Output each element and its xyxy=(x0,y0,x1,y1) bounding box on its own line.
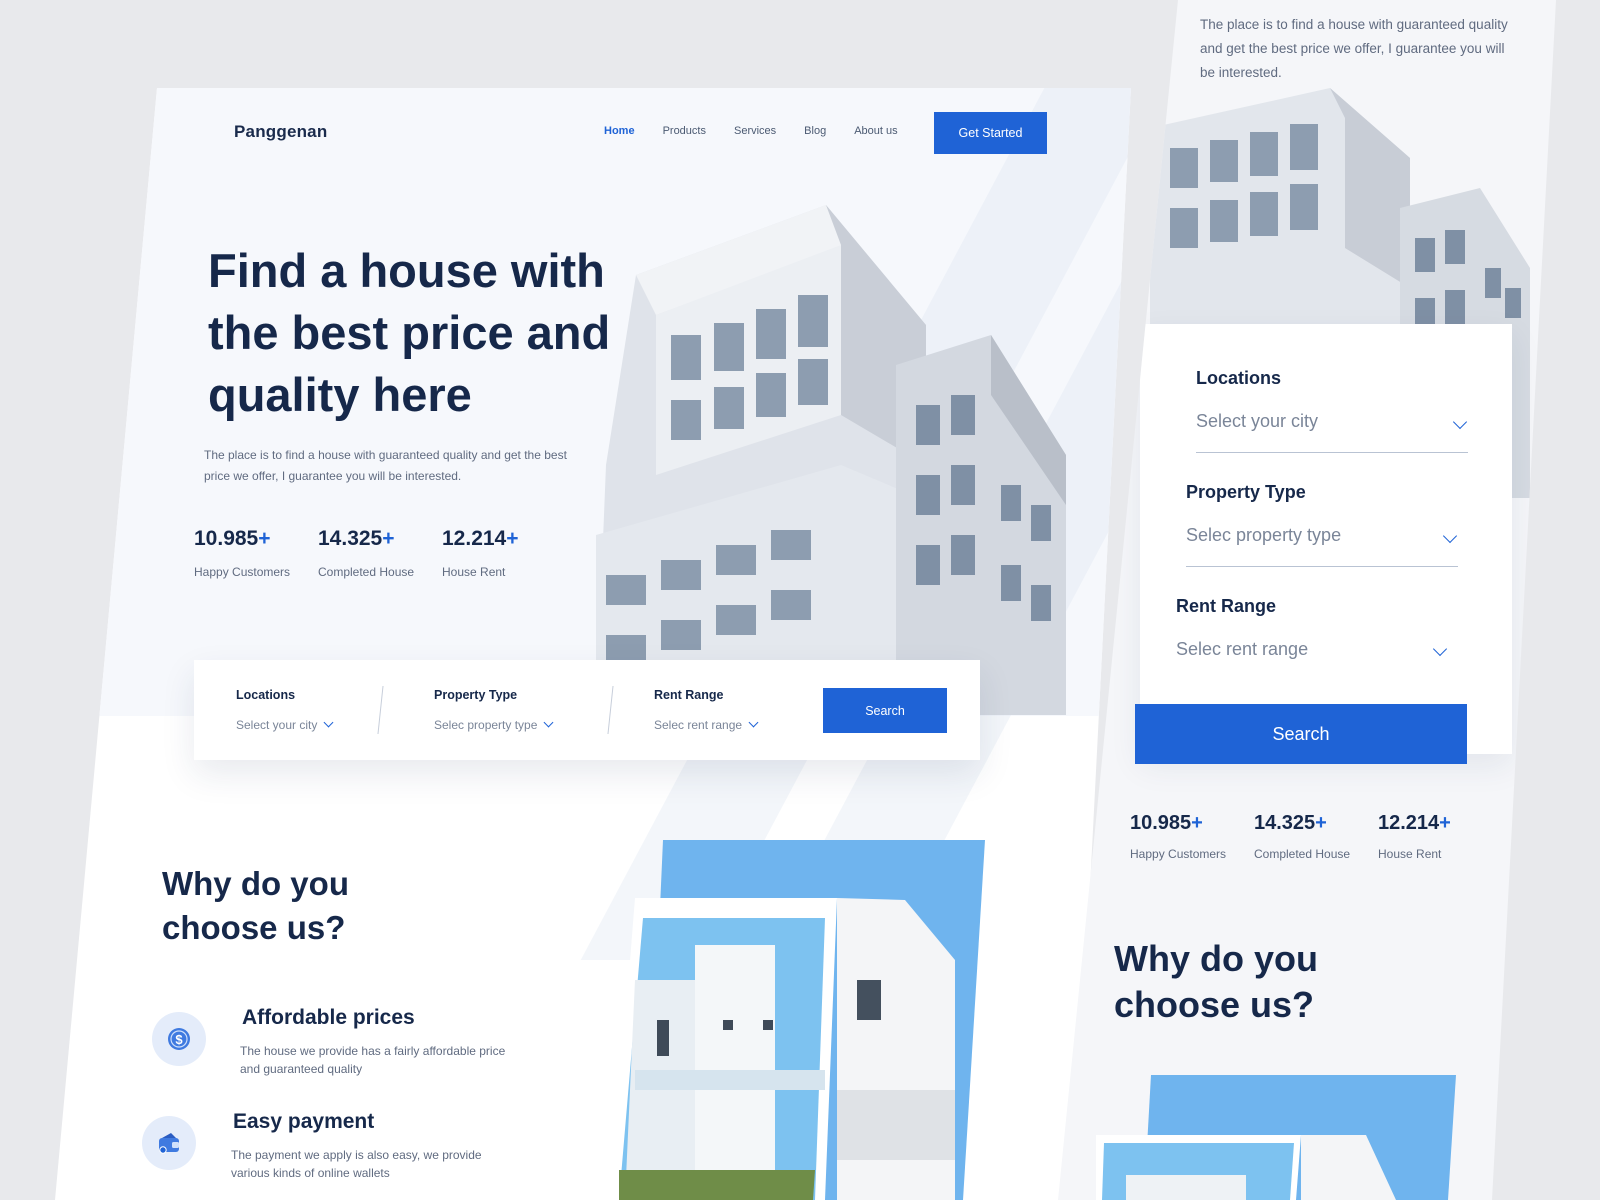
house-photo xyxy=(611,840,985,1200)
stat-value: 14.325 xyxy=(318,527,383,550)
hero-title-line: the best price and xyxy=(208,306,611,359)
mobile-rent-range-select[interactable]: Rent Range Selec rent range xyxy=(1176,596,1448,660)
chevron-down-icon xyxy=(543,717,554,728)
location-value: Select your city xyxy=(1196,411,1319,431)
rent-range-select[interactable]: Rent Range Selec rent range xyxy=(654,688,759,732)
stat-label: House Rent xyxy=(1378,847,1442,861)
stat-label: Completed House xyxy=(318,565,415,579)
field-underline xyxy=(1186,566,1458,567)
stat-happy-customers: 10.985+ Happy Customers xyxy=(1130,812,1254,861)
dollar-coin-icon: $ xyxy=(152,1012,206,1066)
stat-value: 10.985 xyxy=(1130,812,1192,834)
stat-value: 14.325 xyxy=(1254,812,1316,834)
main-nav: Home Products Services Blog About us xyxy=(604,125,898,137)
why-title-line: choose us? xyxy=(1114,984,1315,1025)
field-underline xyxy=(1196,452,1468,453)
rent-range-value: Selec rent range xyxy=(1176,639,1309,659)
hero-subtitle: The place is to find a house with guaran… xyxy=(204,448,567,483)
stat-label: Happy Customers xyxy=(1130,847,1227,861)
hero-title: Find a house with the best price and qua… xyxy=(208,240,648,426)
chevron-down-icon xyxy=(748,717,759,728)
stat-label: House Rent xyxy=(442,565,506,579)
divider xyxy=(377,686,384,734)
property-type-label: Property Type xyxy=(1186,482,1306,502)
hero-title-line: Find a house with xyxy=(208,244,605,297)
location-label: Locations xyxy=(236,688,296,702)
rent-range-label: Rent Range xyxy=(1176,596,1277,616)
why-choose-title: Why do you choose us? xyxy=(162,862,349,950)
mobile-stats-row: 10.985+ Happy Customers 14.325+ Complete… xyxy=(1130,812,1502,861)
mobile-why-title: Why do you choose us? xyxy=(1114,936,1318,1028)
rent-range-label: Rent Range xyxy=(654,688,724,702)
nav-item-home[interactable]: Home xyxy=(604,125,635,137)
wallet-icon xyxy=(142,1116,196,1170)
nav-item-services[interactable]: Services xyxy=(734,125,776,137)
building-photo xyxy=(596,205,1066,715)
property-type-value: Selec property type xyxy=(1186,525,1342,545)
feature-description: The payment we apply is also easy, we pr… xyxy=(231,1148,482,1180)
stat-value: 12.214 xyxy=(1378,812,1440,834)
search-button[interactable]: Search xyxy=(823,688,947,733)
stat-plus: + xyxy=(1191,812,1203,834)
stat-completed-house: 14.325+ Completed House xyxy=(318,527,442,579)
stat-plus: + xyxy=(382,527,395,550)
mobile-search-button[interactable]: Search xyxy=(1135,704,1467,764)
feature-title: Affordable prices xyxy=(242,1006,415,1029)
stat-house-rent: 12.214+ House Rent xyxy=(442,527,566,579)
stat-plus: + xyxy=(1439,812,1451,834)
divider xyxy=(607,686,614,734)
stat-value: 10.985 xyxy=(194,527,259,550)
mobile-subtitle: The place is to find a house with guaran… xyxy=(1200,17,1508,80)
why-title-line: choose us? xyxy=(162,909,346,946)
nav-item-about[interactable]: About us xyxy=(854,125,897,137)
brand-logo[interactable]: Panggenan xyxy=(234,122,327,142)
stat-happy-customers: 10.985+ Happy Customers xyxy=(194,527,318,579)
svg-text:$: $ xyxy=(175,1032,183,1047)
stat-completed-house: 14.325+ Completed House xyxy=(1254,812,1378,861)
nav-item-blog[interactable]: Blog xyxy=(804,125,826,137)
rent-range-value: Selec rent range xyxy=(654,718,743,732)
stat-house-rent: 12.214+ House Rent xyxy=(1378,812,1502,861)
mobile-location-select[interactable]: Locations Select your city xyxy=(1196,368,1468,453)
why-title-line: Why do you xyxy=(1114,938,1318,979)
stat-plus: + xyxy=(258,527,271,550)
location-select[interactable]: Locations Select your city xyxy=(236,688,334,732)
feature-title: Easy payment xyxy=(233,1110,375,1133)
mobile-house-photo xyxy=(1096,1075,1456,1200)
stats-row: 10.985+ Happy Customers 14.325+ Complete… xyxy=(194,527,566,579)
stat-plus: + xyxy=(1315,812,1327,834)
nav-item-products[interactable]: Products xyxy=(663,125,706,137)
chevron-down-icon xyxy=(323,717,334,728)
property-type-value: Selec property type xyxy=(434,718,538,732)
get-started-button[interactable]: Get Started xyxy=(934,112,1047,154)
stat-label: Completed House xyxy=(1254,847,1351,861)
stat-label: Happy Customers xyxy=(194,565,291,579)
search-bar: Locations Select your city Property Type… xyxy=(194,660,980,760)
stat-plus: + xyxy=(506,527,519,550)
location-value: Select your city xyxy=(236,718,318,732)
property-type-select[interactable]: Property Type Selec property type xyxy=(434,688,554,732)
property-type-label: Property Type xyxy=(434,688,518,702)
mobile-property-type-select[interactable]: Property Type Selec property type xyxy=(1186,482,1458,567)
why-title-line: Why do you xyxy=(162,865,349,902)
stat-value: 12.214 xyxy=(442,527,507,550)
feature-description: The house we provide has a fairly afford… xyxy=(240,1044,506,1076)
hero-title-line: quality here xyxy=(208,368,472,421)
location-label: Locations xyxy=(1196,368,1282,388)
